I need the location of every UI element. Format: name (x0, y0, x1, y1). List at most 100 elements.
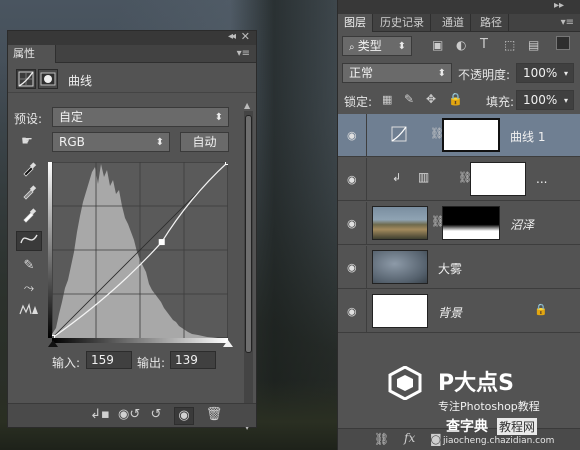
layers-titlebar[interactable]: ▸▸ (338, 0, 580, 14)
tab-properties[interactable]: 属性 (8, 45, 56, 63)
divider (366, 202, 367, 244)
lock-brush-icon[interactable]: ✎ (404, 92, 414, 106)
layer-row-curves[interactable]: ◉ ⛓ 曲线 1 (338, 114, 580, 157)
layer-style-icon[interactable]: fx (404, 431, 415, 445)
curve-points-tool-icon[interactable] (16, 231, 42, 251)
layer-name[interactable]: 沼泽 (510, 216, 534, 233)
black-point-slider[interactable] (48, 340, 58, 347)
eye-icon[interactable]: ◉ (347, 129, 357, 142)
background-thumbnail[interactable] (372, 294, 428, 328)
channel-select[interactable]: RGB ⬍ (52, 132, 170, 152)
white-point-eyedropper-icon[interactable] (16, 207, 42, 227)
eye-icon[interactable]: ◉ (347, 261, 357, 274)
adjustment-filter-icon[interactable]: ◐ (456, 38, 466, 52)
type-filter-icon[interactable]: T (480, 37, 488, 52)
layers-tabbar: 图层 历史记录 通道 路径 ▾≡ (338, 14, 580, 32)
channel-value: RGB (59, 135, 85, 149)
white-point-slider[interactable] (223, 340, 233, 347)
properties-titlebar[interactable]: ◂◂ ✕ (8, 30, 256, 45)
tab-history[interactable]: 历史记录 (374, 14, 431, 32)
input-field[interactable]: 159 (86, 351, 132, 369)
layer-mask-icon[interactable] (38, 69, 58, 89)
visibility-eye-icon[interactable]: ◉ (174, 407, 194, 425)
curve-control-point[interactable] (225, 162, 229, 165)
watermark-site-b: 教程网 (497, 418, 538, 435)
properties-tabbar: 属性 ▾≡ (8, 45, 256, 63)
collapse-arrows-icon[interactable]: ▸▸ (554, 0, 564, 11)
smooth-curve-icon[interactable]: ⤳ (16, 279, 42, 299)
layer-row-swamp[interactable]: ◉ ⛓ 沼泽 (338, 202, 580, 245)
lock-move-icon[interactable]: ✥ (426, 92, 436, 106)
swamp-image-thumbnail[interactable] (372, 206, 428, 240)
pixel-filter-icon[interactable]: ▣ (432, 38, 443, 52)
layer-row-fog[interactable]: ◉ 大雾 (338, 246, 580, 289)
tab-layers[interactable]: 图层 (338, 14, 373, 32)
collapse-arrows-icon[interactable]: ◂◂ (228, 31, 236, 42)
smartobject-filter-icon[interactable]: ▤ (528, 38, 539, 52)
opacity-field[interactable]: 100% ▾ (516, 63, 574, 83)
lock-transparent-icon[interactable]: ▦ (382, 93, 392, 106)
divider (366, 114, 367, 156)
close-icon[interactable]: ✕ (241, 30, 250, 43)
output-field[interactable]: 139 (170, 351, 216, 369)
scroll-up-icon[interactable]: ▲ (244, 101, 250, 110)
layer-mask-thumbnail[interactable] (470, 162, 526, 196)
curves-graph[interactable] (52, 162, 228, 338)
clipping-warning-icon[interactable] (16, 302, 42, 322)
clip-arrow-icon: ↲ (392, 171, 402, 184)
link-layers-icon[interactable]: ⛓ (374, 432, 389, 446)
auto-button[interactable]: 自动 (180, 132, 229, 152)
chevron-updown-icon: ⬍ (437, 68, 446, 79)
blend-mode-value: 正常 (349, 66, 374, 80)
scroll-thumb[interactable] (245, 115, 252, 353)
properties-panel: ◂◂ ✕ 属性 ▾≡ 曲线 预设: 自定 ⬍ ☛ RGB ⬍ 自动 ✎ ⤳ 输入… (7, 30, 257, 431)
target-adjust-hand-icon[interactable]: ☛ (14, 132, 40, 152)
layer-name[interactable]: 大雾 (438, 260, 462, 277)
view-previous-icon[interactable]: ◉↺ (118, 407, 140, 422)
lock-label: 锁定: (344, 95, 373, 109)
layer-name[interactable]: ... (536, 172, 547, 186)
panel-menu-icon[interactable]: ▾≡ (561, 17, 574, 28)
gray-point-eyedropper-icon[interactable] (16, 184, 42, 204)
fill-field[interactable]: 100% ▾ (516, 90, 574, 110)
layer-mask-thumbnail[interactable] (442, 206, 500, 240)
eye-icon[interactable]: ◉ (347, 305, 357, 318)
adjustment-title: 曲线 (68, 74, 93, 88)
curves-adjustment-icon[interactable] (16, 69, 36, 89)
layer-mask-thumbnail[interactable] (442, 118, 500, 152)
curve-control-point[interactable] (158, 239, 165, 246)
filter-toggle[interactable] (556, 36, 570, 50)
lock-all-icon[interactable]: 🔒 (448, 92, 463, 106)
watermark-brand: P大点S (438, 371, 514, 396)
layer-row-background[interactable]: ◉ 背景 🔒 (338, 290, 580, 333)
chevron-down-icon: ▾ (563, 96, 568, 105)
input-gradient-bar (52, 338, 228, 343)
trash-icon[interactable]: 🗑 (204, 407, 224, 422)
eye-icon[interactable]: ◉ (347, 173, 357, 186)
panel-menu-icon[interactable]: ▾≡ (237, 48, 250, 59)
clip-to-layer-icon[interactable]: ↲▪ (90, 407, 110, 422)
fill-value: 100% (523, 93, 558, 107)
tab-channels[interactable]: 通道 (436, 14, 471, 32)
reset-icon[interactable]: ↺ (146, 407, 166, 422)
fog-image-thumbnail[interactable] (372, 250, 428, 284)
divider (366, 246, 367, 288)
curve-control-point[interactable] (52, 335, 55, 339)
tab-paths[interactable]: 路径 (474, 14, 509, 32)
watermark-subtitle: 专注Photoshop教程 (438, 400, 540, 413)
opacity-value: 100% (523, 66, 558, 80)
shape-filter-icon[interactable]: ⬚ (504, 38, 515, 52)
curves-adjustment-icon (390, 125, 408, 146)
layer-name[interactable]: 背景 (438, 304, 462, 321)
black-point-eyedropper-icon[interactable] (16, 161, 42, 181)
add-mask-icon[interactable]: ◙ (430, 432, 442, 446)
layer-filter-select[interactable]: ⌕ 类型 ⬍ (342, 36, 412, 56)
layer-row-adjustment[interactable]: ◉ ↲ ▥ ⛓ ... (338, 158, 580, 201)
eye-icon[interactable]: ◉ (347, 217, 357, 230)
preset-select[interactable]: 自定 ⬍ (52, 107, 229, 127)
layer-name[interactable]: 曲线 1 (510, 128, 545, 145)
blend-mode-select[interactable]: 正常 ⬍ (342, 63, 452, 83)
pencil-tool-icon[interactable]: ✎ (16, 256, 42, 276)
input-label: 输入: (52, 356, 81, 370)
properties-scrollbar[interactable]: ▲ ▼ (244, 101, 253, 431)
